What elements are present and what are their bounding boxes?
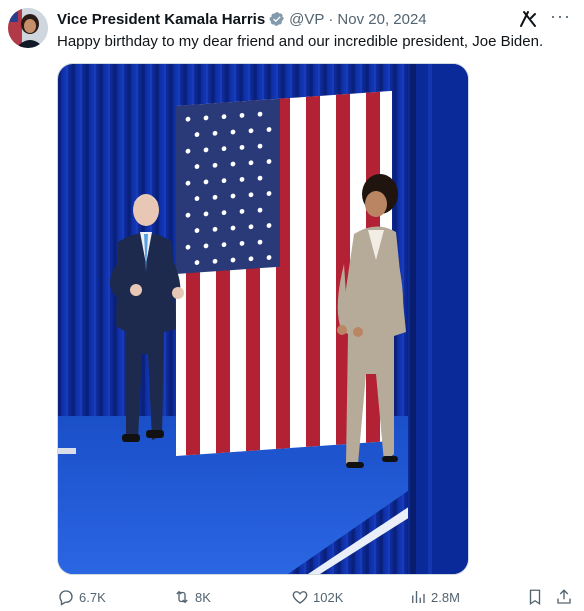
tweet-photo[interactable] bbox=[57, 63, 469, 575]
like-icon bbox=[292, 591, 308, 604]
share-button[interactable] bbox=[553, 586, 575, 608]
action-bar: 6.7K 8K 102K 2.8M bbox=[57, 586, 577, 608]
more-icon[interactable]: ··· bbox=[550, 6, 570, 26]
repost-icon bbox=[176, 590, 188, 604]
like-count: 102K bbox=[313, 589, 344, 605]
like-button[interactable]: 102K bbox=[291, 586, 343, 608]
display-name[interactable]: Vice President Kamala Harris bbox=[57, 11, 265, 28]
views-icon bbox=[412, 591, 425, 603]
views-button[interactable]: 2.8M bbox=[409, 586, 460, 608]
avatar[interactable] bbox=[8, 8, 48, 48]
timestamp[interactable]: Nov 20, 2024 bbox=[337, 11, 426, 28]
views-count: 2.8M bbox=[431, 589, 460, 605]
reply-icon bbox=[59, 590, 73, 606]
verified-badge-icon bbox=[269, 11, 285, 27]
grok-icon[interactable] bbox=[518, 9, 538, 29]
bookmark-icon bbox=[529, 589, 541, 606]
share-icon bbox=[557, 589, 571, 604]
tweet: Vice President Kamala Harris @VP · Nov 2… bbox=[0, 0, 584, 611]
tweet-header: Vice President Kamala Harris @VP · Nov 2… bbox=[57, 6, 576, 29]
bookmark-button[interactable] bbox=[524, 586, 546, 608]
reply-button[interactable]: 6.7K bbox=[57, 586, 106, 608]
separator: · bbox=[328, 10, 334, 28]
tweet-text: Happy birthday to my dear friend and our… bbox=[57, 33, 544, 50]
repost-button[interactable]: 8K bbox=[173, 586, 211, 608]
reply-count: 6.7K bbox=[79, 589, 106, 605]
repost-count: 8K bbox=[195, 589, 211, 605]
handle[interactable]: @VP bbox=[289, 11, 324, 28]
